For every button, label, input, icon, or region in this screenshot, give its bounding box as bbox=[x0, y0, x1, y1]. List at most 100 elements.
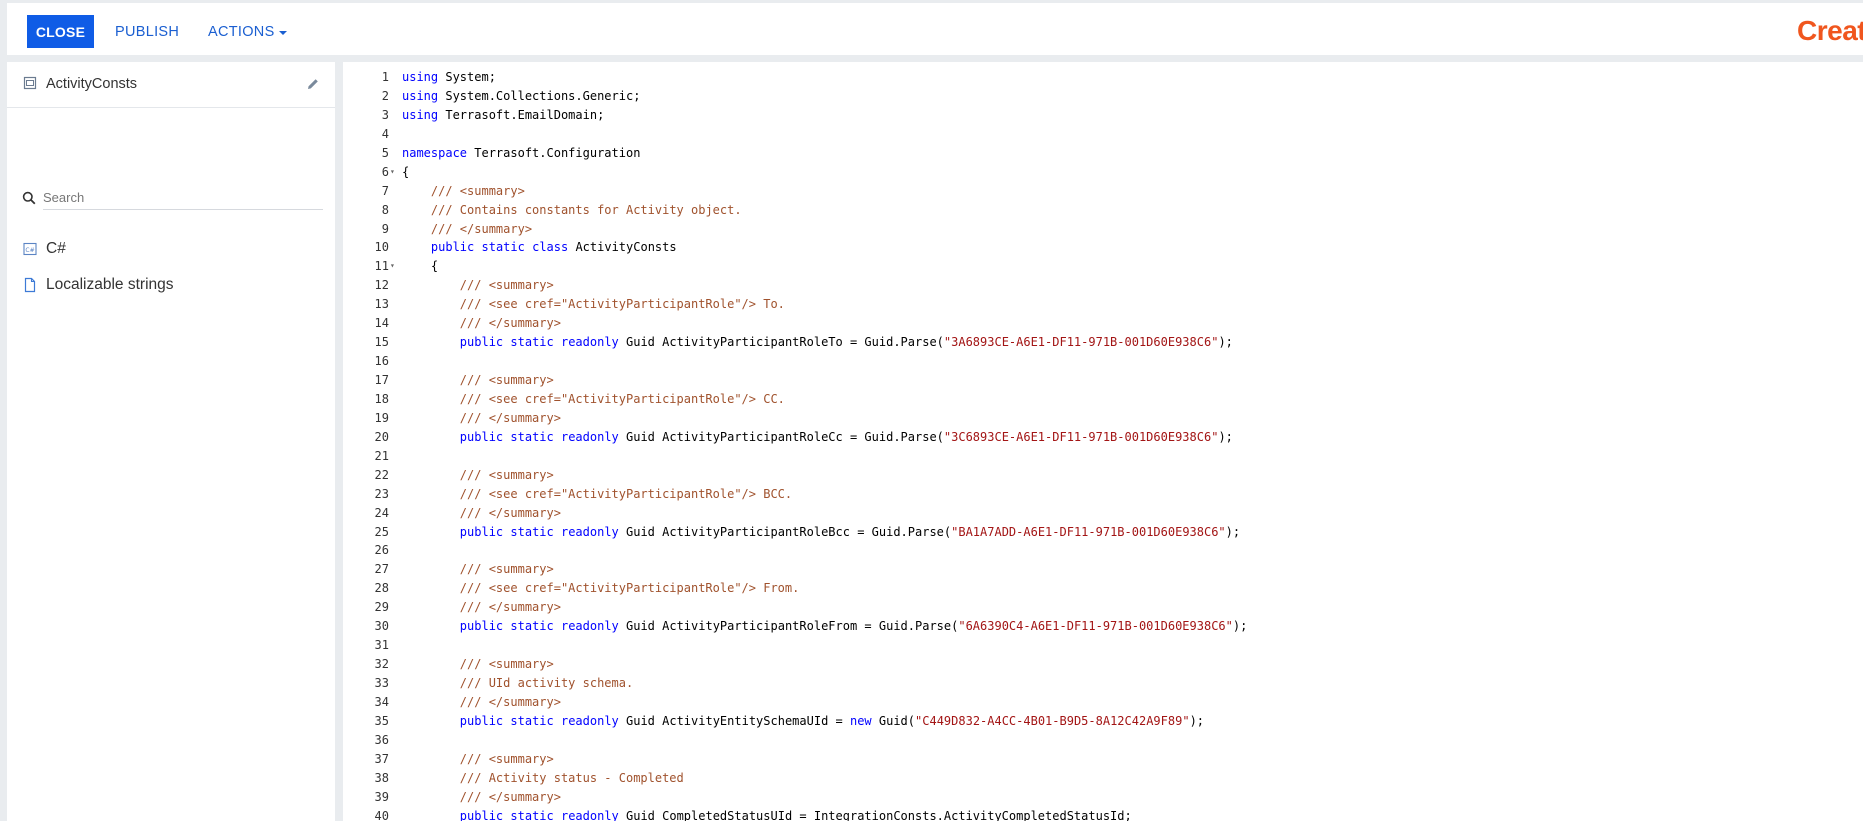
code-line: 3 using Terrasoft.EmailDomain; bbox=[343, 106, 1863, 125]
line-number: 18 bbox=[374, 391, 389, 406]
code-text: using System; bbox=[402, 70, 496, 84]
code-text: /// <summary> bbox=[459, 751, 554, 766]
code-line: 6 ▾ { bbox=[343, 163, 1863, 182]
code-text: /// </summary> bbox=[459, 694, 561, 709]
code-line: 40 public static readonly Guid Completed… bbox=[343, 807, 1863, 821]
code-text: /// </summary> bbox=[430, 221, 533, 236]
line-number: 35 bbox=[374, 713, 389, 728]
sidebar-item-label: Localizable strings bbox=[46, 276, 174, 293]
line-number: 13 bbox=[374, 297, 389, 312]
code-line: 8 /// Contains constants for Activity ob… bbox=[343, 201, 1863, 220]
line-number: 28 bbox=[374, 581, 389, 596]
line-number: 39 bbox=[374, 789, 389, 804]
code-line: 27 /// <summary> bbox=[343, 560, 1863, 579]
fold-toggle-icon[interactable]: ▾ bbox=[390, 163, 398, 182]
code-text: /// UId activity schema. bbox=[459, 676, 634, 690]
pencil-icon[interactable] bbox=[306, 77, 320, 91]
code-line: 1 using System; bbox=[343, 68, 1863, 87]
schema-file-icon bbox=[23, 76, 37, 90]
code-text: /// <see cref="ActivityParticipantRole"/… bbox=[459, 486, 793, 501]
line-number: 31 bbox=[374, 638, 389, 653]
code-text: /// <summary> bbox=[459, 278, 554, 293]
line-number: 8 bbox=[381, 202, 389, 217]
code-line: 9 /// </summary> bbox=[343, 220, 1863, 239]
code-text: using System.Collections.Generic; bbox=[402, 88, 641, 103]
search-input[interactable] bbox=[43, 185, 323, 210]
code-line: 32 /// <summary> bbox=[343, 655, 1863, 674]
code-line: 14 /// </summary> bbox=[343, 314, 1863, 333]
line-number: 19 bbox=[374, 410, 389, 425]
line-number: 1 bbox=[381, 70, 389, 84]
code-text: /// </summary> bbox=[459, 600, 561, 615]
publish-label: PUBLISH bbox=[115, 23, 180, 40]
code-text: using Terrasoft.EmailDomain; bbox=[402, 107, 605, 122]
code-line: 25 public static readonly Guid ActivityP… bbox=[343, 523, 1863, 542]
line-number: 7 bbox=[381, 183, 389, 198]
sidebar-item-csharp[interactable]: C# C# bbox=[7, 234, 335, 264]
line-number: 5 bbox=[381, 145, 389, 160]
code-line: 17 /// <summary> bbox=[343, 371, 1863, 390]
code-line: 29 /// </summary> bbox=[343, 598, 1863, 617]
line-number: 16 bbox=[374, 354, 389, 369]
line-number: 22 bbox=[374, 467, 389, 482]
line-number: 12 bbox=[374, 278, 389, 293]
search-icon bbox=[22, 191, 36, 205]
code-text: public static readonly Guid ActivityPart… bbox=[459, 619, 1248, 634]
code-text: /// </summary> bbox=[459, 505, 561, 520]
code-line: 18 /// <see cref="ActivityParticipantRol… bbox=[343, 390, 1863, 409]
code-text: /// Activity status - Completed bbox=[459, 770, 684, 785]
actions-dropdown-button[interactable]: ACTIONS bbox=[208, 15, 287, 48]
line-number: 30 bbox=[374, 619, 389, 634]
sidebar-item-label: C# bbox=[46, 240, 66, 257]
publish-button[interactable]: PUBLISH bbox=[115, 15, 179, 48]
line-number: 29 bbox=[374, 600, 389, 615]
code-line: 39 /// </summary> bbox=[343, 788, 1863, 807]
code-text: /// <see cref="ActivityParticipantRole"/… bbox=[459, 581, 800, 596]
actions-label: ACTIONS bbox=[208, 23, 275, 40]
code-line: 31 bbox=[343, 636, 1863, 655]
line-number: 14 bbox=[374, 316, 389, 331]
line-number: 21 bbox=[374, 448, 389, 463]
sidebar-item-localizable-strings[interactable]: Localizable strings bbox=[7, 270, 335, 300]
code-line: 34 /// </summary> bbox=[343, 693, 1863, 712]
code-line: 5 namespace Terrasoft.Configuration bbox=[343, 144, 1863, 163]
line-number: 11 bbox=[374, 259, 389, 274]
code-text: public static readonly Guid ActivityPart… bbox=[459, 524, 1241, 539]
caret-down-icon bbox=[278, 30, 287, 35]
line-number: 17 bbox=[374, 373, 389, 387]
csharp-file-icon: C# bbox=[23, 242, 37, 256]
fold-toggle-icon[interactable]: ▾ bbox=[390, 257, 398, 276]
schema-name: ActivityConsts bbox=[46, 76, 138, 92]
close-button[interactable]: CLOSE bbox=[27, 15, 94, 48]
line-number: 6 bbox=[381, 164, 389, 179]
code-line: 30 public static readonly Guid ActivityP… bbox=[343, 617, 1863, 636]
code-text: /// <see cref="ActivityParticipantRole"/… bbox=[459, 297, 785, 312]
code-line: 4 bbox=[343, 125, 1863, 144]
svg-text:C#: C# bbox=[25, 247, 34, 254]
code-text: /// <summary> bbox=[430, 183, 525, 198]
line-number: 3 bbox=[381, 107, 389, 122]
code-line: 33 /// UId activity schema. bbox=[343, 674, 1863, 693]
code-text: /// <summary> bbox=[459, 657, 554, 672]
code-text: /// <summary> bbox=[459, 562, 554, 577]
line-number: 33 bbox=[374, 676, 389, 690]
line-number: 34 bbox=[374, 694, 389, 709]
code-line: 37 /// <summary> bbox=[343, 750, 1863, 769]
line-number: 25 bbox=[374, 524, 389, 539]
code-text: public static class ActivityConsts bbox=[430, 240, 677, 255]
code-text: /// </summary> bbox=[459, 316, 561, 331]
code-editor[interactable]: 1 using System; 2 using System.Collections.… bbox=[343, 62, 1863, 821]
code-line: 7 /// <summary> bbox=[343, 182, 1863, 201]
code-line: 2 using System.Collections.Generic; bbox=[343, 87, 1863, 106]
code-text: namespace Terrasoft.Configuration bbox=[402, 145, 641, 160]
line-number: 24 bbox=[374, 505, 389, 520]
code-line: 21 bbox=[343, 447, 1863, 466]
divider bbox=[7, 107, 335, 108]
code-text: public static readonly Guid CompletedSta… bbox=[459, 808, 1132, 821]
line-number: 4 bbox=[381, 126, 389, 141]
code-line: 23 /// <see cref="ActivityParticipantRol… bbox=[343, 485, 1863, 504]
schema-sidebar: ActivityConsts C# C# Localizable strings bbox=[7, 62, 335, 821]
code-text: /// </summary> bbox=[459, 789, 561, 804]
code-text: public static readonly Guid ActivityEnti… bbox=[459, 713, 1205, 728]
line-number: 36 bbox=[374, 732, 389, 747]
